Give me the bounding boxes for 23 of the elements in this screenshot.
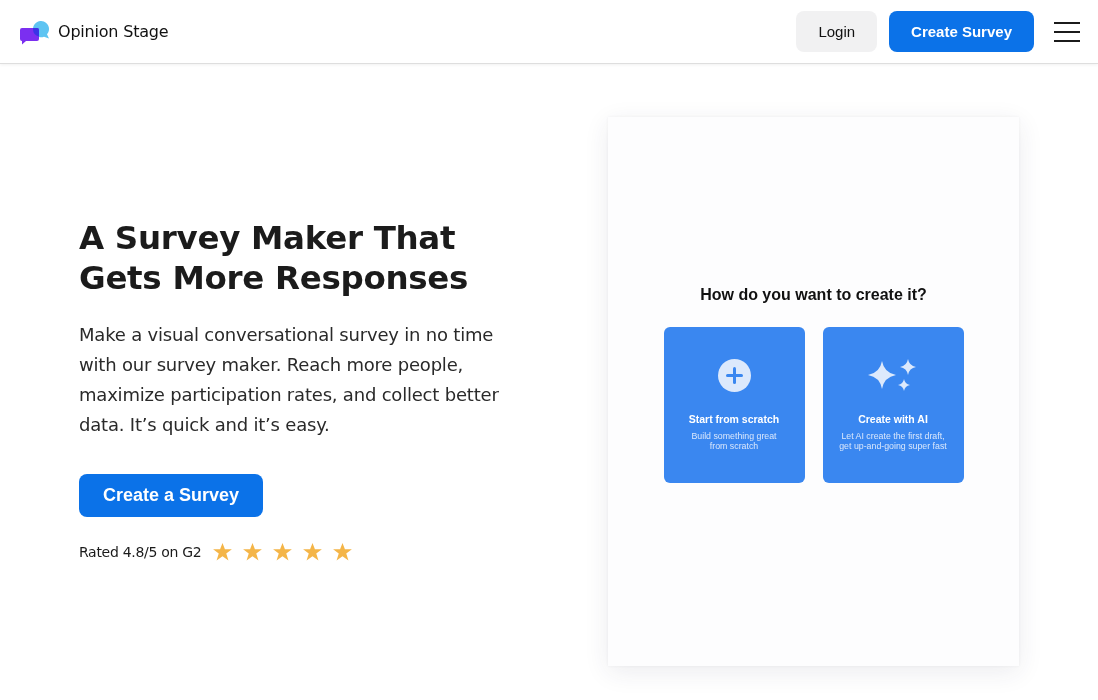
option-description: Build something great from scratch	[691, 430, 777, 451]
creation-option-card[interactable]: Create with AI Let AI create the first draft, get up-and-going super fast	[822, 326, 964, 483]
star-icon	[213, 542, 233, 561]
hero-description: Make a visual conversational survey in no time with our survey maker. Reach more people, maximize participation rates, and collect better data. It’s quick and it’s easy.	[79, 322, 500, 437]
chat-bubbles-logo-icon	[20, 18, 50, 45]
preview-question: How do you want to create it?	[700, 285, 927, 304]
plus-circle-icon	[717, 358, 751, 392]
option-title: Create with AI	[858, 412, 928, 425]
star-icon	[243, 542, 263, 561]
star-icon	[333, 542, 353, 561]
star-icon	[273, 542, 293, 561]
menu-icon	[1054, 21, 1080, 42]
brand-name: Opinion Stage	[58, 22, 169, 41]
menu-button[interactable]	[1054, 21, 1080, 42]
star-icon	[303, 542, 323, 561]
create-survey-cta-button[interactable]: Create a Survey	[79, 473, 264, 517]
login-button[interactable]: Login	[796, 11, 878, 52]
create-survey-button[interactable]: Create Survey	[889, 11, 1034, 52]
option-title: Start from scratch	[688, 412, 780, 425]
creation-option-card[interactable]: Start from scratch Build something great from scratch	[663, 326, 805, 483]
rating-text: Rated 4.8/5 on G2	[79, 543, 202, 560]
hero-heading: A Survey Maker That Gets More Responses	[79, 217, 470, 298]
option-description: Let AI create the first draft, get up-and-going super fast	[839, 430, 947, 451]
